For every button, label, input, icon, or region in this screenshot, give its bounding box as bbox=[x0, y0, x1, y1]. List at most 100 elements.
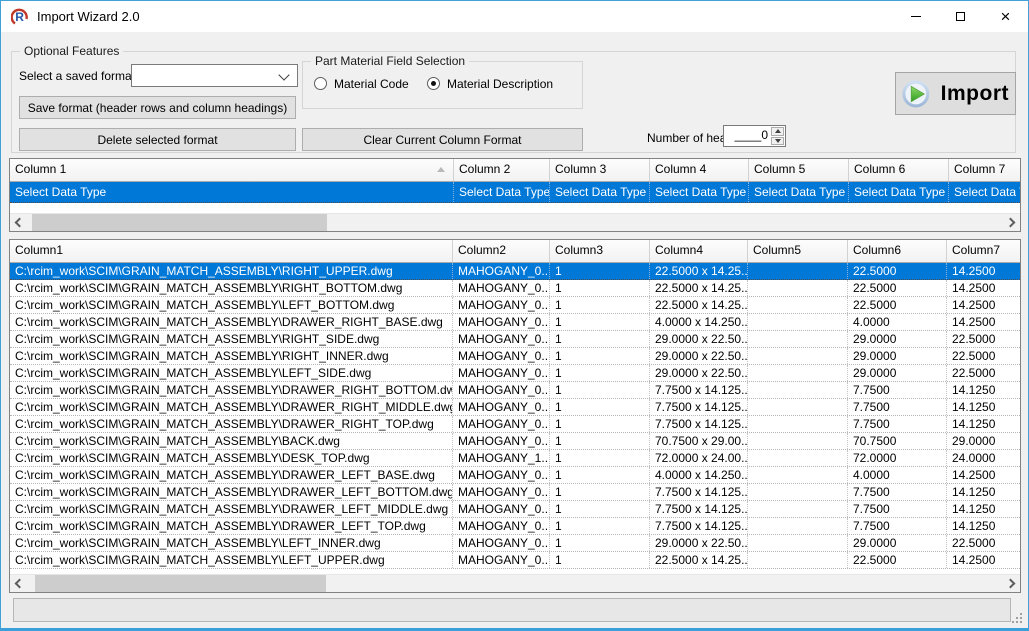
grid-cell[interactable]: MAHOGANY_0... bbox=[453, 280, 550, 296]
grid-cell[interactable]: 72.0000 bbox=[848, 450, 947, 466]
resize-grip[interactable] bbox=[1010, 611, 1023, 624]
grid-cell[interactable]: 1 bbox=[550, 331, 650, 347]
grid-cell[interactable]: 1 bbox=[550, 535, 650, 551]
mapping-grid-hscrollbar[interactable] bbox=[10, 213, 1020, 231]
maximize-button[interactable] bbox=[938, 1, 983, 32]
table-row[interactable]: C:\rcim_work\SCIM\GRAIN_MATCH_ASSEMBLY\L… bbox=[10, 552, 1020, 569]
grid-cell[interactable]: 22.5000 bbox=[947, 365, 1020, 381]
grid-cell[interactable]: 1 bbox=[550, 501, 650, 517]
table-row[interactable]: C:\rcim_work\SCIM\GRAIN_MATCH_ASSEMBLY\B… bbox=[10, 433, 1020, 450]
grid-cell[interactable]: 14.1250 bbox=[947, 484, 1020, 500]
grid-cell[interactable]: 29.0000 bbox=[848, 365, 947, 381]
grid-cell[interactable]: MAHOGANY_1... bbox=[453, 450, 550, 466]
header-rows-stepper[interactable]: ____0 bbox=[723, 125, 786, 147]
grid-cell[interactable]: C:\rcim_work\SCIM\GRAIN_MATCH_ASSEMBLY\D… bbox=[10, 399, 453, 415]
grid-cell[interactable]: C:\rcim_work\SCIM\GRAIN_MATCH_ASSEMBLY\D… bbox=[10, 314, 453, 330]
grid-cell[interactable]: 7.7500 x 14.125... bbox=[650, 484, 748, 500]
table-row[interactable]: C:\rcim_work\SCIM\GRAIN_MATCH_ASSEMBLY\D… bbox=[10, 416, 1020, 433]
grid-cell[interactable]: 4.0000 x 14.250... bbox=[650, 467, 748, 483]
grid-cell[interactable]: 7.7500 x 14.125... bbox=[650, 416, 748, 432]
grid-cell[interactable]: C:\rcim_work\SCIM\GRAIN_MATCH_ASSEMBLY\D… bbox=[10, 382, 453, 398]
grid-cell[interactable] bbox=[748, 263, 848, 279]
grid-cell[interactable]: MAHOGANY_0... bbox=[453, 416, 550, 432]
grid-cell[interactable]: 1 bbox=[550, 416, 650, 432]
grid-cell[interactable] bbox=[748, 399, 848, 415]
grid-cell[interactable]: MAHOGANY_0... bbox=[453, 518, 550, 534]
grid-cell[interactable] bbox=[748, 535, 848, 551]
grid-cell[interactable]: 1 bbox=[550, 314, 650, 330]
grid-cell[interactable]: 1 bbox=[550, 348, 650, 364]
grid-cell[interactable] bbox=[748, 467, 848, 483]
grid-cell[interactable]: MAHOGANY_0... bbox=[453, 399, 550, 415]
scrollbar-thumb[interactable] bbox=[32, 214, 327, 231]
table-row[interactable]: C:\rcim_work\SCIM\GRAIN_MATCH_ASSEMBLY\R… bbox=[10, 280, 1020, 297]
grid-cell[interactable]: C:\rcim_work\SCIM\GRAIN_MATCH_ASSEMBLY\D… bbox=[10, 501, 453, 517]
table-row[interactable]: C:\rcim_work\SCIM\GRAIN_MATCH_ASSEMBLY\D… bbox=[10, 518, 1020, 535]
stepper-down-button[interactable] bbox=[771, 137, 784, 146]
grid-cell[interactable]: 1 bbox=[550, 518, 650, 534]
grid-cell[interactable]: 7.7500 x 14.125... bbox=[650, 399, 748, 415]
grid-cell[interactable]: MAHOGANY_0... bbox=[453, 382, 550, 398]
grid-cell[interactable]: 1 bbox=[550, 399, 650, 415]
grid-cell[interactable]: 22.5000 x 14.25... bbox=[650, 280, 748, 296]
grid-cell[interactable]: 22.5000 bbox=[947, 535, 1020, 551]
grid-cell[interactable]: 14.2500 bbox=[947, 263, 1020, 279]
grid-cell[interactable]: 14.2500 bbox=[947, 467, 1020, 483]
delete-format-button[interactable]: Delete selected format bbox=[19, 128, 296, 151]
grid-cell[interactable]: C:\rcim_work\SCIM\GRAIN_MATCH_ASSEMBLY\D… bbox=[10, 416, 453, 432]
grid-cell[interactable]: 14.1250 bbox=[947, 501, 1020, 517]
grid-cell[interactable]: Select Data Type bbox=[550, 182, 650, 202]
scroll-left-button[interactable] bbox=[10, 214, 27, 231]
column-header[interactable]: Column 7 bbox=[949, 159, 1020, 181]
grid-cell[interactable]: Select Data Type bbox=[10, 182, 454, 202]
grid-cell[interactable] bbox=[748, 518, 848, 534]
grid-cell[interactable]: 22.5000 bbox=[848, 552, 947, 568]
column-header[interactable]: Column 4 bbox=[650, 159, 749, 181]
grid-cell[interactable] bbox=[748, 331, 848, 347]
grid-cell[interactable]: Select Data Type bbox=[650, 182, 749, 202]
column-header[interactable]: Column6 bbox=[848, 240, 947, 262]
grid-cell[interactable]: Select Data Type bbox=[849, 182, 949, 202]
column-header[interactable]: Column 6 bbox=[849, 159, 949, 181]
grid-cell[interactable] bbox=[748, 280, 848, 296]
grid-cell[interactable]: 1 bbox=[550, 450, 650, 466]
grid-cell[interactable] bbox=[748, 450, 848, 466]
grid-cell[interactable]: 7.7500 x 14.125... bbox=[650, 501, 748, 517]
scroll-right-button[interactable] bbox=[1003, 214, 1020, 231]
grid-cell[interactable]: C:\rcim_work\SCIM\GRAIN_MATCH_ASSEMBLY\D… bbox=[10, 518, 453, 534]
column-header[interactable]: Column 2 bbox=[454, 159, 550, 181]
grid-cell[interactable]: 29.0000 bbox=[947, 433, 1020, 449]
grid-cell[interactable]: MAHOGANY_0... bbox=[453, 263, 550, 279]
column-header[interactable]: Column5 bbox=[748, 240, 848, 262]
grid-cell[interactable]: 70.7500 x 29.00... bbox=[650, 433, 748, 449]
grid-cell[interactable] bbox=[748, 382, 848, 398]
grid-cell[interactable]: 29.0000 bbox=[848, 331, 947, 347]
grid-cell[interactable]: C:\rcim_work\SCIM\GRAIN_MATCH_ASSEMBLY\L… bbox=[10, 552, 453, 568]
grid-cell[interactable] bbox=[748, 433, 848, 449]
grid-cell[interactable]: 7.7500 bbox=[848, 416, 947, 432]
grid-cell[interactable]: 29.0000 bbox=[848, 348, 947, 364]
grid-cell[interactable]: 29.0000 x 22.50... bbox=[650, 348, 748, 364]
grid-cell[interactable]: 14.2500 bbox=[947, 280, 1020, 296]
grid-cell[interactable]: 22.5000 bbox=[947, 331, 1020, 347]
table-row[interactable]: C:\rcim_work\SCIM\GRAIN_MATCH_ASSEMBLY\R… bbox=[10, 263, 1020, 280]
close-button[interactable]: × bbox=[983, 1, 1028, 32]
grid-cell[interactable]: 7.7500 x 14.125... bbox=[650, 518, 748, 534]
table-row[interactable]: C:\rcim_work\SCIM\GRAIN_MATCH_ASSEMBLY\D… bbox=[10, 382, 1020, 399]
scroll-right-button[interactable] bbox=[1003, 575, 1020, 592]
grid-cell[interactable]: 14.1250 bbox=[947, 399, 1020, 415]
grid-cell[interactable]: C:\rcim_work\SCIM\GRAIN_MATCH_ASSEMBLY\D… bbox=[10, 484, 453, 500]
grid-cell[interactable]: 7.7500 bbox=[848, 399, 947, 415]
column-header[interactable]: Column4 bbox=[650, 240, 748, 262]
table-row[interactable]: C:\rcim_work\SCIM\GRAIN_MATCH_ASSEMBLY\L… bbox=[10, 297, 1020, 314]
table-row[interactable]: C:\rcim_work\SCIM\GRAIN_MATCH_ASSEMBLY\D… bbox=[10, 467, 1020, 484]
grid-cell[interactable]: 14.2500 bbox=[947, 552, 1020, 568]
grid-cell[interactable]: MAHOGANY_0... bbox=[453, 297, 550, 313]
grid-cell[interactable]: Select Data Type bbox=[454, 182, 550, 202]
stepper-up-button[interactable] bbox=[771, 127, 784, 136]
column-header[interactable]: Column 3 bbox=[550, 159, 650, 181]
grid-cell[interactable]: 1 bbox=[550, 484, 650, 500]
import-button[interactable]: Import bbox=[895, 72, 1016, 115]
grid-cell[interactable]: C:\rcim_work\SCIM\GRAIN_MATCH_ASSEMBLY\L… bbox=[10, 365, 453, 381]
grid-cell[interactable]: 1 bbox=[550, 382, 650, 398]
